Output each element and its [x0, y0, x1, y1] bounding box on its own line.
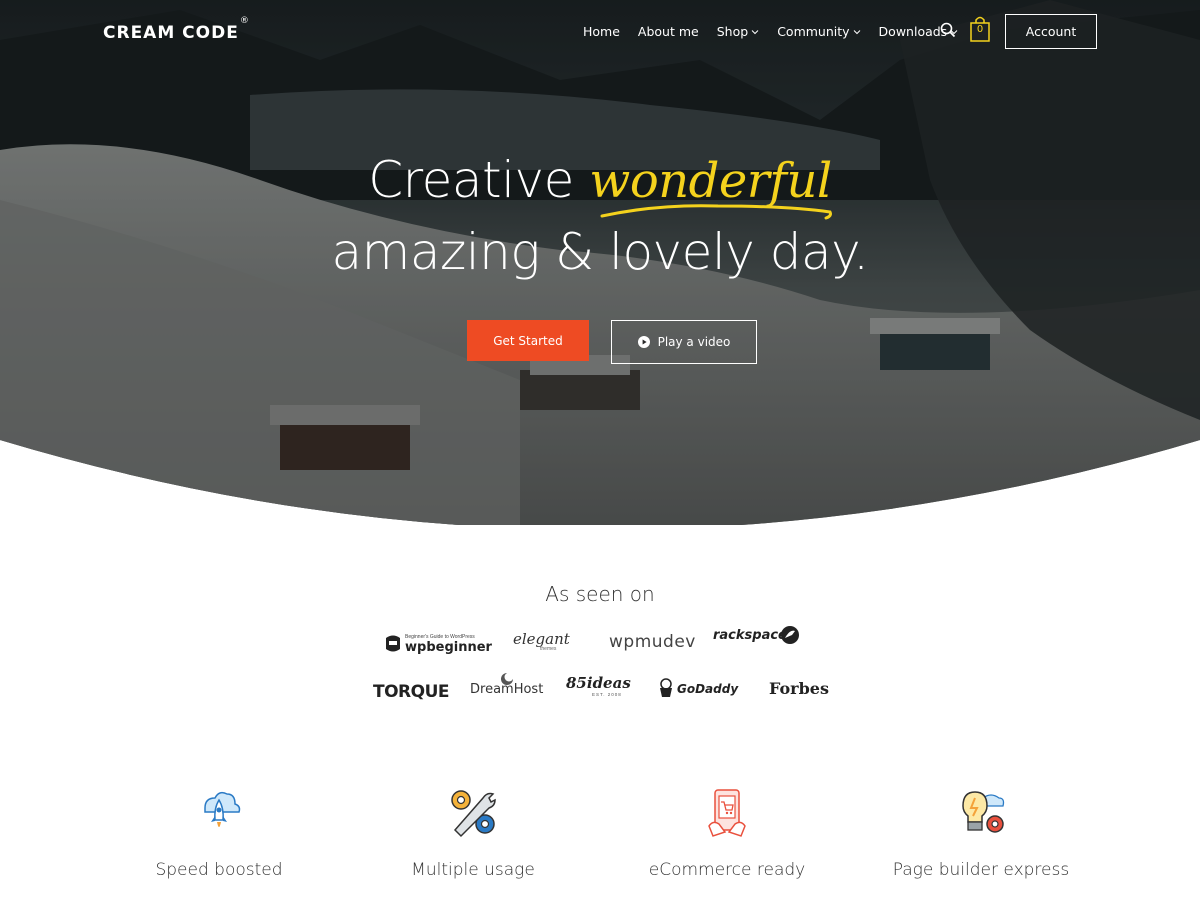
- get-started-button[interactable]: Get Started: [467, 320, 589, 361]
- feature-multiple-usage: Multiple usage: [348, 786, 598, 880]
- feature-title: Multiple usage: [411, 860, 535, 880]
- search-icon[interactable]: [940, 22, 956, 38]
- headline-line2: amazing & lovely day.: [331, 223, 869, 281]
- rocket-cloud-icon: [204, 791, 241, 827]
- menu-item-about-me[interactable]: About me: [638, 24, 699, 39]
- lightbulb-gear-icon: [962, 791, 1005, 833]
- elegant-sub-text: themes: [540, 646, 557, 652]
- registered-mark: ®: [239, 16, 250, 27]
- play-video-label: Play a video: [657, 335, 731, 349]
- menu-label: Shop: [716, 24, 749, 39]
- chevron-down-icon: [751, 29, 759, 34]
- account-button[interactable]: Account: [1005, 14, 1097, 49]
- brand-logo-wpmudev: wpmudev: [609, 632, 696, 652]
- menu-label: Home: [583, 24, 620, 39]
- mobile-shopping-icon: [708, 789, 746, 837]
- top-navigation: CREAM CODE® Home About me Shop Community…: [0, 0, 1200, 64]
- logo-text: CREAM CODE: [103, 23, 239, 43]
- cart-count: 0: [976, 24, 984, 35]
- dreamhost-text: DreamHost: [470, 682, 544, 697]
- 85ideas-text: 85ideas: [566, 674, 631, 692]
- wpbeginner-text: wpbeginner: [405, 640, 492, 655]
- feature-title: Page builder express: [892, 860, 1070, 880]
- 85ideas-sub-text: EST. 2008: [592, 692, 622, 697]
- headline-prefix: Creative: [368, 151, 574, 209]
- brand-logo-85ideas: 85ideas EST. 2008: [566, 674, 631, 702]
- menu-label: About me: [637, 24, 699, 39]
- rackspace-text: rackspace: [713, 628, 787, 643]
- godaddy-text: GoDaddy: [677, 682, 739, 696]
- feature-ecommerce-ready: eCommerce ready: [602, 786, 852, 880]
- feature-speed-boosted: Speed boosted: [94, 786, 344, 880]
- hero-section: CREAM CODE® Home About me Shop Community…: [0, 0, 1200, 525]
- brand-logo-torque: TORQUE: [373, 682, 450, 702]
- wrench-gears-icon: [451, 790, 496, 838]
- brand-logo-forbes: Forbes: [769, 679, 829, 698]
- chevron-down-icon: [853, 29, 860, 34]
- brand-logo-rackspace: rackspace: [713, 626, 799, 650]
- menu-item-community[interactable]: Community: [777, 24, 860, 39]
- menu-label: Downloads: [878, 24, 948, 39]
- wpbeginner-mark-icon: [386, 635, 400, 652]
- menu-item-home[interactable]: Home: [583, 24, 620, 39]
- feature-title: eCommerce ready: [648, 860, 806, 880]
- menu-label: Community: [777, 24, 850, 39]
- rackspace-mark-icon: [781, 626, 799, 644]
- menu-item-shop[interactable]: Shop: [717, 24, 759, 39]
- play-circle-icon: [637, 336, 650, 348]
- feature-title: Speed boosted: [155, 860, 283, 880]
- feature-page-builder-express: Page builder express: [856, 786, 1106, 880]
- brand-logo-elegant-themes: elegant themes: [513, 630, 570, 654]
- accent-underline-swoosh: [600, 204, 832, 220]
- site-logo[interactable]: CREAM CODE®: [103, 16, 250, 43]
- main-menu: Home About me Shop Community Downloads: [583, 24, 976, 39]
- godaddy-mascot-icon: [660, 678, 672, 697]
- as-seen-on-title: As seen on: [545, 582, 655, 606]
- play-video-button[interactable]: Play a video: [611, 320, 757, 364]
